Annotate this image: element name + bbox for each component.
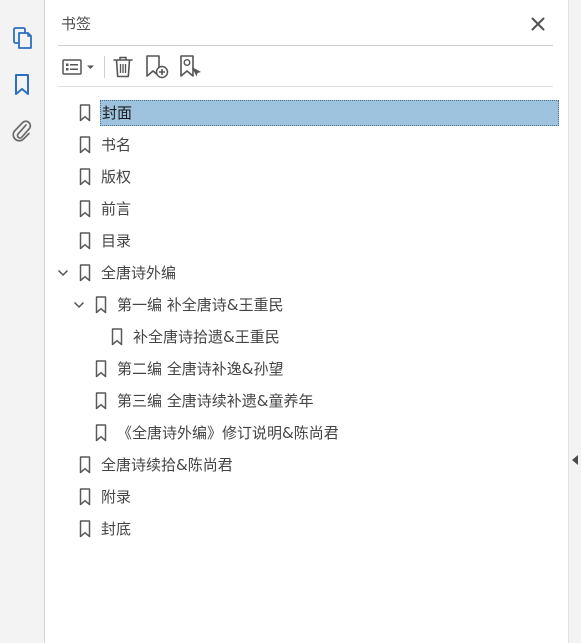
options-menu-icon: [62, 59, 94, 75]
bookmark-item[interactable]: 版权: [0, 161, 568, 193]
find-bookmark-button[interactable]: [178, 54, 204, 80]
bookmark-icon: [79, 520, 91, 538]
bookmark-item[interactable]: 前言: [0, 193, 568, 225]
bookmark-icon: [79, 104, 91, 122]
new-bookmark-icon: [146, 55, 169, 79]
pages-icon: [13, 27, 32, 49]
bookmark-icon: [111, 328, 123, 346]
bookmark-label: 附录: [101, 488, 132, 506]
trash-icon: [113, 56, 133, 78]
bookmark-label: 补全唐诗拾遗&王重民: [133, 328, 280, 346]
bookmark-label: 书名: [101, 136, 132, 154]
bookmark-icon: [79, 232, 91, 250]
delete-bookmark-button[interactable]: [110, 54, 136, 80]
bookmark-icon: [79, 456, 91, 474]
bookmark-item[interactable]: 书名: [0, 129, 568, 161]
bookmark-item[interactable]: 全唐诗续拾&陈尚君: [0, 449, 568, 481]
bookmark-label: 封底: [101, 520, 132, 538]
bookmark-item[interactable]: 补全唐诗拾遗&王重民: [0, 321, 568, 353]
toolbar-divider: [58, 86, 553, 87]
bookmark-label: 封面: [100, 100, 559, 126]
bookmarks-toolbar: [58, 52, 553, 82]
bookmark-item[interactable]: 第二编 全唐诗补逸&孙望: [0, 353, 568, 385]
collapse-panel-arrow-icon[interactable]: [572, 455, 578, 465]
bookmark-icon: [79, 200, 91, 218]
header-divider: [58, 45, 553, 46]
bookmark-item[interactable]: 全唐诗外编: [0, 257, 568, 289]
bookmark-label: 第二编 全唐诗补逸&孙望: [117, 360, 284, 378]
bookmark-icon: [79, 168, 91, 186]
bookmark-item[interactable]: 封面: [0, 97, 568, 129]
options-menu-button[interactable]: [60, 54, 98, 80]
close-icon: [531, 17, 545, 31]
bookmark-label: 版权: [101, 168, 132, 186]
bookmark-label: 《全唐诗外编》修订说明&陈尚君: [117, 424, 339, 442]
close-button[interactable]: [528, 14, 548, 34]
new-bookmark-button[interactable]: [144, 54, 170, 80]
bookmarks-panel-window: 书签 封面 书名 版权 前言 目录 全唐诗外编 第一编 补全唐诗&王重民 补全唐…: [0, 0, 581, 643]
bookmark-icon: [95, 360, 107, 378]
bookmark-icon: [79, 136, 91, 154]
bookmark-label: 前言: [101, 200, 132, 218]
bookmark-item[interactable]: 第三编 全唐诗续补遗&童养年: [0, 385, 568, 417]
pages-panel-button[interactable]: [8, 24, 36, 52]
panel-title: 书签: [61, 15, 92, 33]
chevron-down-icon[interactable]: [73, 299, 85, 311]
chevron-down-icon[interactable]: [57, 267, 69, 279]
bookmark-label: 全唐诗外编: [101, 264, 177, 282]
bookmark-icon: [95, 424, 107, 442]
bookmark-icon: [95, 392, 107, 410]
bookmark-icon: [95, 296, 107, 314]
bookmarks-panel-button[interactable]: [8, 71, 36, 99]
bookmark-label: 第一编 补全唐诗&王重民: [117, 296, 284, 314]
bookmark-item[interactable]: 封底: [0, 513, 568, 545]
bookmark-label: 目录: [101, 232, 132, 250]
bookmark-item[interactable]: 附录: [0, 481, 568, 513]
bookmark-icon: [15, 74, 29, 95]
find-bookmark-icon: [180, 55, 201, 77]
toolbar-separator: [104, 56, 105, 78]
document-edge: [568, 0, 581, 643]
bookmark-icon: [79, 264, 91, 282]
bookmark-item[interactable]: 目录: [0, 225, 568, 257]
bookmark-icon: [79, 488, 91, 506]
bookmark-item[interactable]: 第一编 补全唐诗&王重民: [0, 289, 568, 321]
bookmark-label: 全唐诗续拾&陈尚君: [101, 456, 233, 474]
bookmark-label: 第三编 全唐诗续补遗&童养年: [117, 392, 314, 410]
bookmark-item[interactable]: 《全唐诗外编》修订说明&陈尚君: [0, 417, 568, 449]
